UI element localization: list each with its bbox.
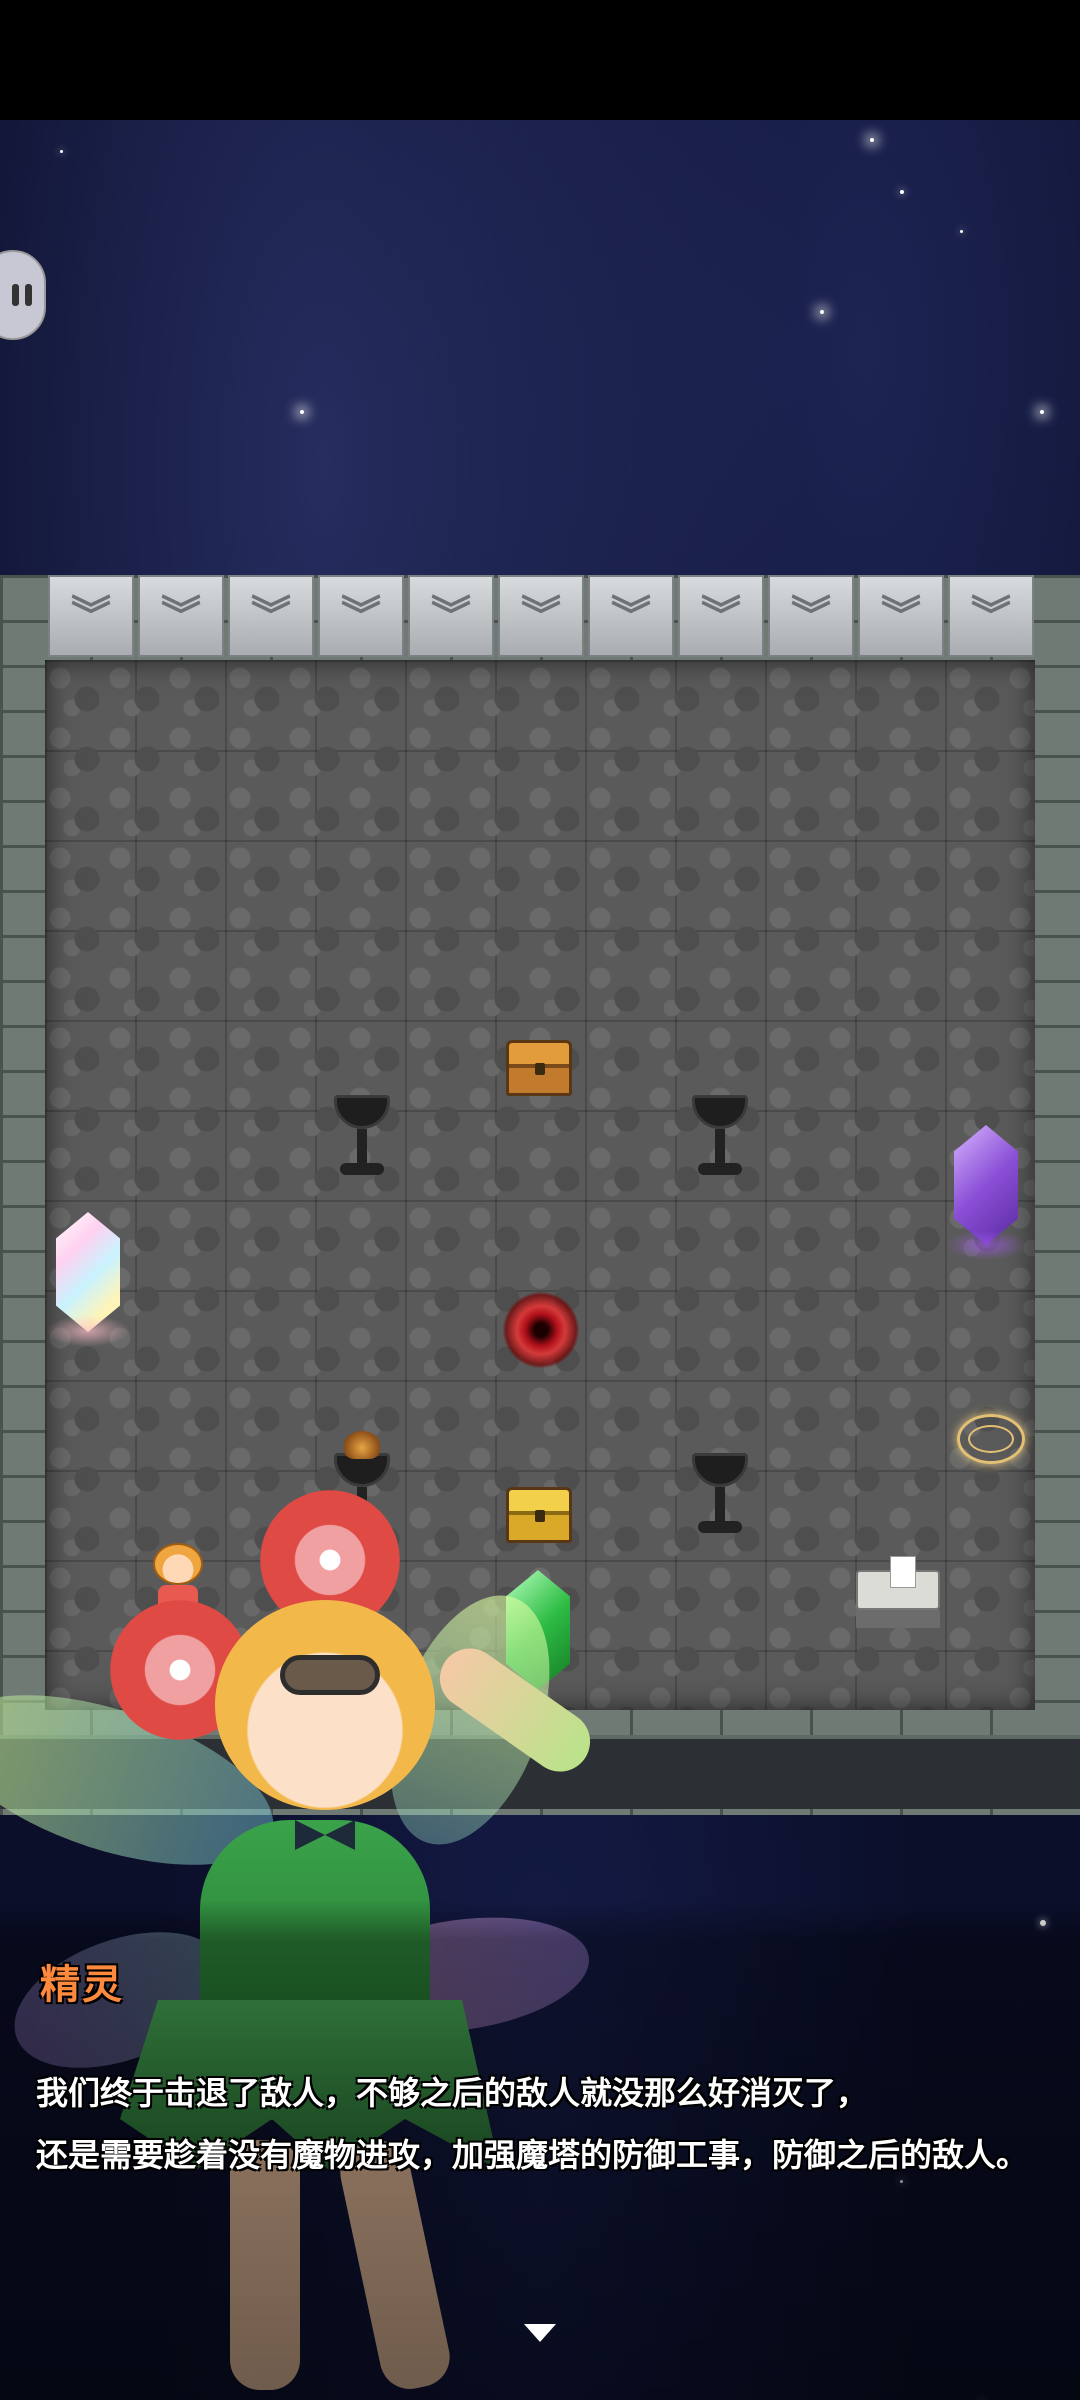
gate-row: ︾ ︾ ︾ ︾ ︾ ︾ ︾ ︾ ︾ ︾ ︾ [48,575,1038,657]
down-chevron-gate-icon[interactable]: ︾ [48,575,134,657]
down-chevron-gate-icon[interactable]: ︾ [498,575,584,657]
status-bar-area [0,0,1080,120]
pause-menu-button[interactable] [0,250,46,340]
crystal-glow [46,1315,130,1347]
star [300,410,304,414]
vortex-portal-icon[interactable] [503,1292,579,1368]
down-chevron-gate-icon[interactable]: ︾ [228,575,314,657]
triangle-down-icon[interactable] [524,2324,556,2342]
down-chevron-gate-icon[interactable]: ︾ [768,575,854,657]
down-chevron-gate-icon[interactable]: ︾ [858,575,944,657]
crystal-glow [946,1230,1026,1260]
fairy-head [215,1600,435,1810]
goblet-icon[interactable] [334,1095,390,1187]
dialog-line-2: 还是需要趁着没有魔物进攻，加强魔塔的防御工事，防御之后的敌人。 [36,2136,1029,2174]
star [900,190,904,194]
game-screen[interactable]: ︾ ︾ ︾ ︾ ︾ ︾ ︾ ︾ ︾ ︾ ︾ 精灵 我们终于击退了敌人，不够之后的… [0,0,1080,2400]
star [60,150,63,153]
magic-circle-icon[interactable] [957,1414,1025,1464]
treasure-chest-icon[interactable] [506,1040,572,1096]
speaker-name: 精灵 [40,1962,124,2008]
down-chevron-gate-icon[interactable]: ︾ [678,575,764,657]
star [960,230,963,233]
goblet-icon[interactable] [692,1095,748,1187]
goblet-icon[interactable] [692,1453,748,1545]
down-chevron-gate-icon[interactable]: ︾ [948,575,1034,657]
dialog-line-1: 我们终于击退了敌人，不够之后的敌人就没那么好消灭了， [36,2074,869,2112]
down-chevron-gate-icon[interactable]: ︾ [588,575,674,657]
star [820,310,824,314]
writing-desk-icon[interactable] [856,1556,940,1636]
down-chevron-gate-icon[interactable]: ︾ [318,575,404,657]
pause-menu-icon [12,284,32,306]
star [1040,410,1044,414]
star [870,138,874,142]
down-chevron-gate-icon[interactable]: ︾ [138,575,224,657]
fairy-hair-ornament [280,1655,380,1695]
down-chevron-gate-icon[interactable]: ︾ [408,575,494,657]
